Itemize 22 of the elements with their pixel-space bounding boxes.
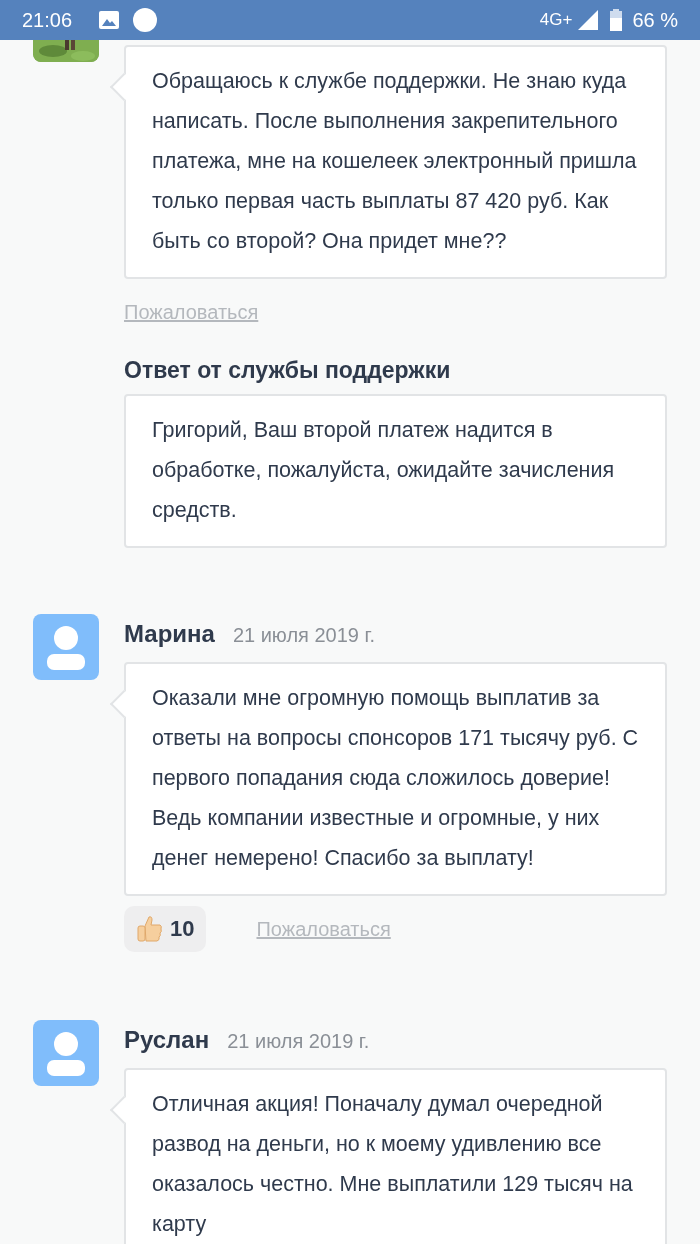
comment-date: 21 июля 2019 г. bbox=[227, 1030, 370, 1053]
avatar-icon bbox=[33, 1020, 99, 1086]
like-button[interactable]: 10 bbox=[124, 906, 207, 952]
avatar-icon bbox=[33, 614, 99, 680]
network-type: 4G+ bbox=[539, 10, 573, 30]
author-name: Марина bbox=[124, 620, 215, 648]
comment-text: Оказали мне огромную помощь выплатив за ответы на вопросы спонсоров 171 тысячу руб. С первого попадания сюда сложилось доверие! Ведь компании известные и огромные, у них денег немерено! Спасибо за выплату! bbox=[152, 685, 640, 872]
comment-date: 21 июля 2019 г. bbox=[232, 624, 375, 647]
reply-text: Григорий, Ваш второй платеж надится в обработке, пожалуйста, ожидайте зачисления средств. bbox=[152, 417, 616, 524]
battery-icon bbox=[610, 9, 623, 31]
battery-percent: 66 % bbox=[632, 8, 678, 32]
author-name: Руслан bbox=[124, 1026, 210, 1054]
image-icon bbox=[98, 10, 121, 30]
thumbs-up-icon bbox=[134, 914, 164, 944]
report-link[interactable]: Пожаловаться bbox=[256, 917, 391, 941]
comment-text: Отличная акция! Поначалу думал очередной развод на деньги, но к моему удивлению все оказалось честно. Мне выплатили 129 тысяч на карту bbox=[152, 1091, 634, 1238]
circle-icon bbox=[132, 7, 159, 33]
signal-icon bbox=[578, 10, 599, 30]
report-link[interactable]: Пожаловаться bbox=[124, 300, 259, 324]
comment-text: Обращаюсь к службе поддержки. Не знаю куда написать. После выполнения закрепительного платежа, мне на кошелеек электронный пришла только первая часть выплаты 87 420 руб. Как быть со второй? Она придет мне?? bbox=[152, 68, 638, 255]
clock: 21:06 bbox=[22, 8, 73, 32]
reply-heading: Ответ от службы поддержки bbox=[124, 357, 452, 384]
